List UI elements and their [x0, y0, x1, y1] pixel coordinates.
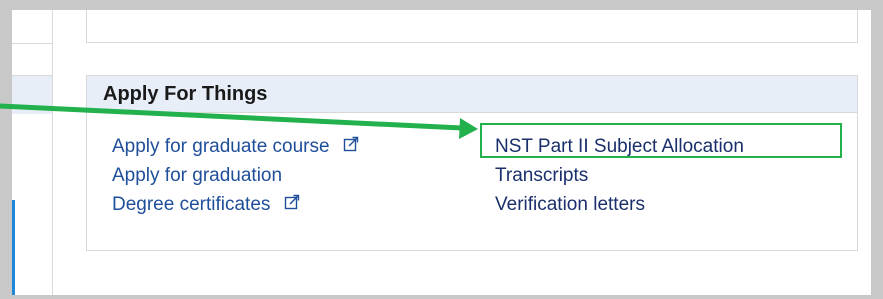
pointer-arrow-icon: [0, 103, 478, 139]
